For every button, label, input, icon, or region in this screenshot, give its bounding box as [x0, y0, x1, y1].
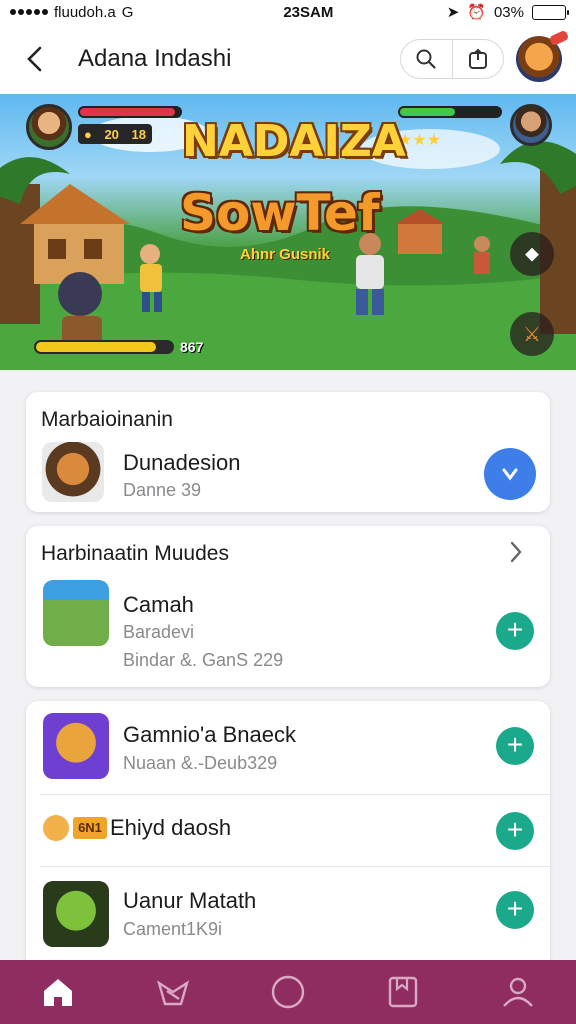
share-button[interactable]: [451, 40, 504, 78]
enemy-avatar: [510, 104, 552, 146]
battery-percent: 03%: [493, 3, 524, 21]
item-thumbnail[interactable]: [43, 881, 109, 947]
card-title: Marbaioinanin: [41, 408, 173, 431]
featured-card: Marbaioinanin Dunadesion Danne 39: [26, 392, 550, 512]
status-left: fluudoh.a G: [10, 4, 230, 21]
item-title[interactable]: Ehiyd daosh: [110, 815, 231, 841]
nav-explore[interactable]: [258, 962, 318, 1022]
share-icon: [468, 48, 487, 69]
coin-icon: ●: [84, 126, 92, 142]
list-card: Gamnio'a Bnaeck Nuaan &.-Deub329 + 6N1 E…: [26, 701, 550, 960]
item-title[interactable]: Camah: [123, 592, 194, 618]
profile-icon: [503, 977, 534, 1007]
section-title: Harbinaatin Muudes: [41, 542, 229, 565]
divider: [40, 866, 550, 867]
item-subtitle: Cament1K9i: [123, 919, 223, 939]
alarm-icon: ⏰: [467, 4, 486, 21]
item-subtitle: Nuaan &.-Deub329: [123, 753, 278, 773]
counter-a: 20: [104, 126, 119, 142]
item-title[interactable]: Dunadesion: [123, 450, 240, 476]
battery-icon: [532, 4, 569, 20]
signal-strength-icon: [10, 9, 48, 15]
app-header: Adana Indashi: [0, 24, 576, 94]
divider: [40, 794, 550, 795]
player-hud: ● 20 18: [26, 104, 182, 150]
player-stats: ● 20 18: [78, 104, 182, 150]
game-banner[interactable]: ● 20 18 ★★★ NADAIZA SowTef Ahnr Gusnik 8…: [0, 94, 576, 370]
game-badge: 6N1: [73, 817, 107, 839]
location-icon: ➤: [446, 4, 460, 21]
home-icon: [43, 979, 72, 1006]
section-more-button[interactable]: [508, 540, 524, 569]
enemy-stats: ★★★: [398, 104, 502, 150]
counter-b: 18: [131, 126, 146, 142]
check-icon: [502, 468, 518, 481]
nav-profile[interactable]: [488, 962, 548, 1022]
item-title[interactable]: Uanur Matath: [123, 888, 256, 914]
nav-bookmarks[interactable]: [373, 962, 433, 1022]
item-subtitle: Danne 39: [123, 480, 202, 500]
attack-button[interactable]: ⚔: [510, 312, 554, 356]
games-icon: [156, 980, 189, 1006]
status-bar: fluudoh.a G 23SAM ➤ ⏰ 03%: [0, 0, 576, 24]
map-pin-button[interactable]: ⬥: [510, 232, 554, 276]
carrier-name: fluudoh.a: [54, 3, 116, 21]
xp-value: 867: [180, 339, 204, 355]
item-subtitle: Baradevi: [123, 622, 195, 642]
chevron-right-icon: [510, 541, 522, 563]
section-card: Harbinaatin Muudes Camah Baradevi Bindar…: [26, 526, 550, 687]
sword-icon: ⚔: [523, 323, 541, 346]
page-title: Adana Indashi: [78, 45, 232, 72]
star-rating-icon: ★★★: [398, 132, 442, 149]
selected-check-button[interactable]: [484, 448, 536, 500]
xp-fill: [36, 342, 156, 352]
back-button[interactable]: [18, 42, 52, 76]
item-title[interactable]: Gamnio'a Bnaeck: [123, 722, 296, 748]
user-avatar[interactable]: [516, 36, 562, 82]
add-button[interactable]: +: [496, 612, 534, 650]
nav-games[interactable]: [143, 962, 203, 1022]
search-icon: [416, 49, 436, 69]
enemy-health-fill: [400, 108, 455, 116]
add-button[interactable]: +: [496, 891, 534, 929]
game-subtitle: SowTef: [180, 184, 380, 242]
emoji-icon: [43, 815, 69, 841]
status-time: 23SAM: [283, 3, 334, 21]
game-title: NADAIZA: [182, 116, 406, 167]
add-button[interactable]: +: [496, 812, 534, 850]
network-type: G: [121, 3, 134, 21]
bottom-navigation: [0, 960, 576, 1024]
add-button[interactable]: +: [496, 727, 534, 765]
xp-bar: [34, 340, 174, 354]
player-counters: ● 20 18: [78, 124, 152, 144]
chevron-left-icon: [27, 46, 42, 72]
item-thumbnail[interactable]: [43, 713, 109, 779]
status-right: ➤ ⏰ 03%: [446, 3, 569, 21]
item-thumbnail[interactable]: [43, 580, 109, 646]
bookmark-icon: [388, 976, 418, 1008]
item-meta: Bindar &. GanS 229: [123, 650, 284, 670]
player-health-fill: [80, 108, 175, 116]
header-actions: [400, 39, 504, 79]
circle-icon: [271, 975, 305, 1009]
player-avatar: [26, 104, 72, 150]
game-tagline: Ahnr Gusnik: [240, 246, 331, 263]
enemy-health-bar: [398, 106, 502, 118]
search-button[interactable]: [401, 40, 452, 78]
nav-home[interactable]: [28, 962, 88, 1022]
item-thumbnail[interactable]: [42, 442, 104, 502]
map-pin-icon: ⬥: [525, 242, 539, 265]
player-health-bar: [78, 106, 182, 118]
enemy-hud: ★★★: [398, 104, 552, 150]
